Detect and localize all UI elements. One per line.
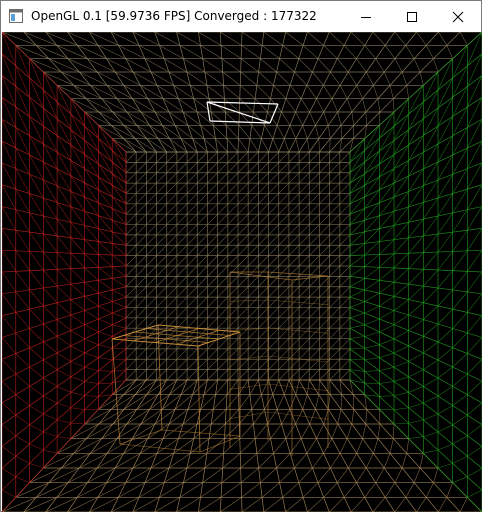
app-window: OpenGL 0.1 [59.9736 FPS] Converged : 177… xyxy=(0,0,482,512)
maximize-button[interactable] xyxy=(389,1,435,32)
right-wall xyxy=(349,32,482,512)
app-icon xyxy=(9,9,23,23)
minimize-button[interactable] xyxy=(343,1,389,32)
close-icon xyxy=(452,11,464,22)
window-title: OpenGL 0.1 [59.9736 FPS] Converged : 177… xyxy=(31,9,317,23)
left-wall xyxy=(2,32,127,512)
maximize-icon xyxy=(407,11,417,22)
cornell-box-scene xyxy=(2,32,482,512)
opengl-viewport[interactable] xyxy=(2,32,482,512)
floor xyxy=(2,379,482,512)
close-button[interactable] xyxy=(435,1,481,32)
title-bar[interactable]: OpenGL 0.1 [59.9736 FPS] Converged : 177… xyxy=(1,1,481,32)
back-wall xyxy=(125,151,351,381)
ceiling xyxy=(2,32,482,153)
minimize-icon xyxy=(361,16,371,18)
